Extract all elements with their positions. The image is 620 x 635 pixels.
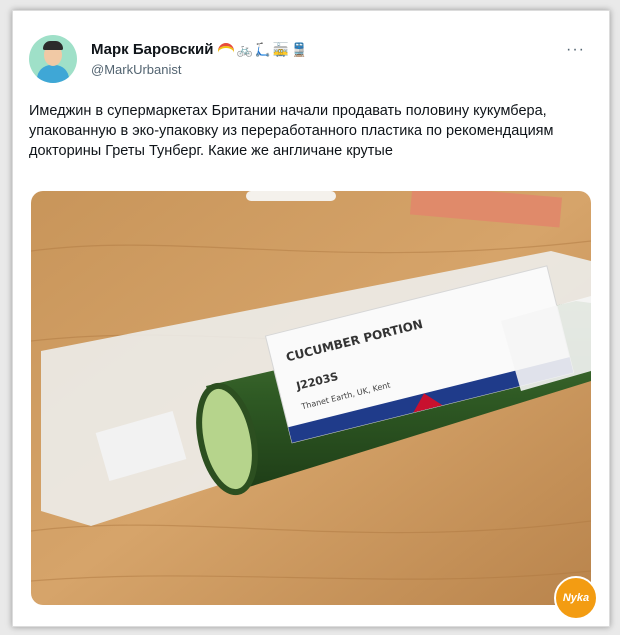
author-name-row: Марк Баровский 🚲 🛴 🚋 🚆 — [91, 41, 307, 58]
tweet-photo[interactable]: CUCUMBER PORTION J2203S Thanet Earth, UK… — [31, 191, 591, 605]
tweet-card: Марк Баровский 🚲 🛴 🚋 🚆 @MarkUrbanist ···… — [12, 10, 610, 627]
train-icon: 🚆 — [291, 41, 308, 57]
avatar[interactable] — [29, 35, 77, 83]
watermark-badge: Nyka — [554, 576, 598, 620]
cucumber-photo-illustration: CUCUMBER PORTION J2203S Thanet Earth, UK… — [31, 191, 591, 605]
tweet-header: Марк Баровский 🚲 🛴 🚋 🚆 @MarkUrbanist ··· — [29, 35, 593, 91]
tweet-text: Имеджин в супермаркетах Британии начали … — [29, 103, 554, 159]
more-options-icon[interactable]: ··· — [566, 41, 585, 59]
author-handle[interactable]: @MarkUrbanist — [91, 62, 307, 77]
name-emojis: 🚲 🛴 🚋 🚆 — [218, 42, 307, 58]
display-name[interactable]: Марк Баровский — [91, 41, 213, 58]
rainbow-icon — [218, 43, 235, 56]
tram-icon: 🚋 — [272, 41, 290, 57]
author-block: Марк Баровский 🚲 🛴 🚋 🚆 @MarkUrbanist — [91, 41, 307, 77]
bicycle-icon: 🚲 — [236, 41, 253, 57]
scooter-icon: 🛴 — [254, 41, 271, 57]
